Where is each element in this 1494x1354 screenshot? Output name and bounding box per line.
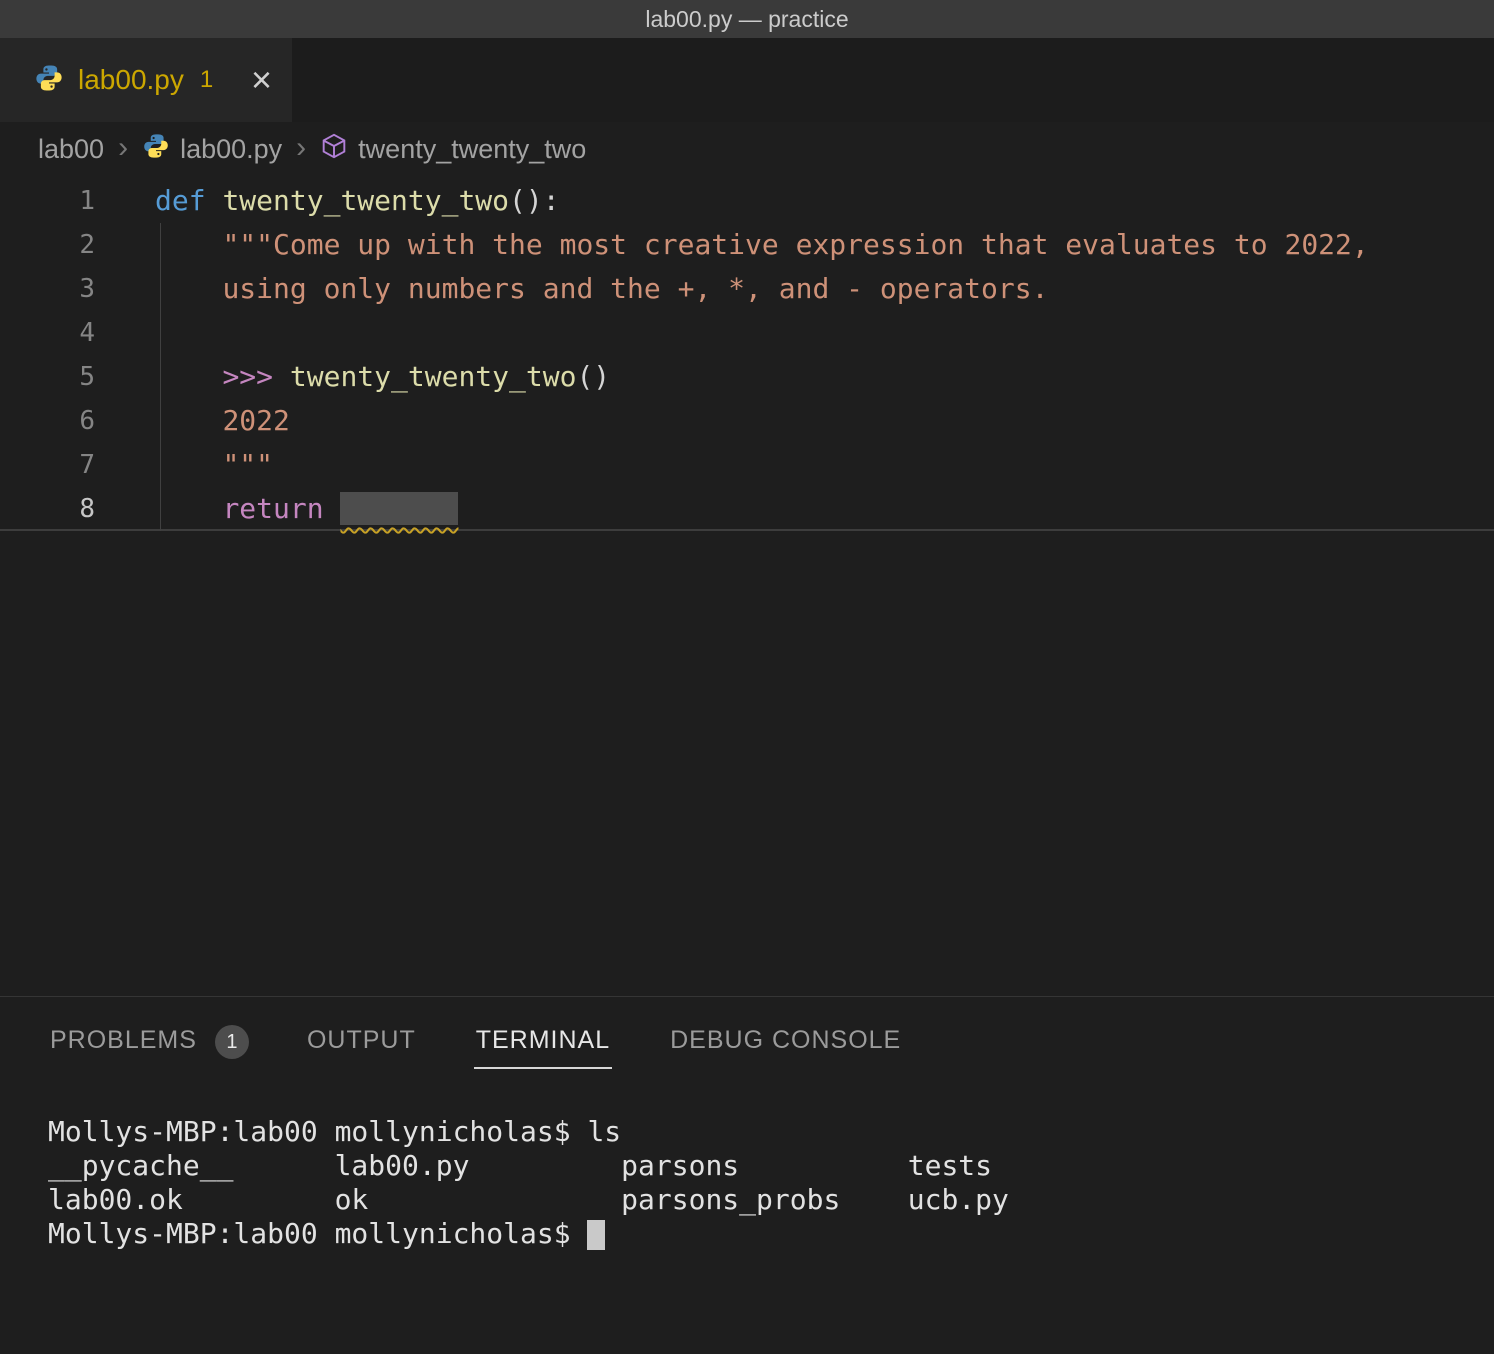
line-number: 3 (0, 267, 95, 311)
code-text: >>> twenty_twenty_two() (155, 355, 610, 399)
code-line-5[interactable]: 5 >>> twenty_twenty_two() (0, 355, 1494, 399)
code-token (273, 360, 290, 393)
panel-tab-debug-console[interactable]: DEBUG CONSOLE (668, 997, 903, 1087)
breadcrumb-symbol[interactable]: twenty_twenty_two (320, 132, 586, 167)
code-token: """ (222, 448, 273, 481)
panel-tab-terminal[interactable]: TERMINAL (474, 997, 612, 1087)
terminal-line: Mollys-MBP:lab00 mollynicholas$ ls (48, 1115, 1494, 1149)
code-text: using only numbers and the +, *, and - o… (155, 267, 1048, 311)
panel-tab-label: OUTPUT (305, 1016, 418, 1069)
code-token: using only numbers and the +, *, and - o… (222, 272, 1048, 305)
code-token: >>> (222, 360, 273, 393)
terminal-text: lab00.ok ok parsons_probs ucb.py (48, 1183, 1009, 1216)
breadcrumb: lab00 › lab00.py › twenty_twenty_two (0, 122, 1494, 177)
panel-tab-label: TERMINAL (474, 1016, 612, 1069)
code-token (155, 360, 222, 393)
code-line-6[interactable]: 6 2022 (0, 399, 1494, 443)
terminal-cursor (587, 1220, 605, 1250)
breadcrumb-file[interactable]: lab00.py (142, 132, 282, 167)
code-token (155, 272, 222, 305)
code-token: (): (509, 184, 560, 217)
breadcrumb-file-label: lab00.py (180, 134, 282, 165)
snippet-placeholder[interactable] (340, 492, 458, 525)
code-token: 2022 (222, 404, 289, 437)
code-token (206, 184, 223, 217)
window-title: lab00.py — practice (645, 6, 848, 33)
code-line-8[interactable]: 8 return (0, 487, 1494, 531)
line-number: 2 (0, 223, 95, 267)
bottom-panel: PROBLEMS 1 OUTPUT TERMINAL DEBUG CONSOLE Mol… (0, 996, 1494, 1354)
python-icon (34, 63, 64, 97)
code-editor[interactable]: 1def twenty_twenty_two():2 """Come up wi… (0, 177, 1494, 996)
code-token (155, 404, 222, 437)
code-text: def twenty_twenty_two(): (155, 179, 560, 223)
code-token (155, 228, 222, 261)
editor-lines: 1def twenty_twenty_two():2 """Come up wi… (0, 179, 1494, 531)
code-token: def (155, 184, 206, 217)
problems-count-badge: 1 (215, 1025, 249, 1059)
tab-problems-badge: 1 (200, 66, 213, 94)
indent-guide (160, 223, 161, 531)
code-line-3[interactable]: 3 using only numbers and the +, *, and -… (0, 267, 1494, 311)
line-number: 1 (0, 179, 95, 223)
tab-lab00-py[interactable]: lab00.py 1 × (0, 38, 292, 122)
line-number: 4 (0, 311, 95, 355)
code-text: """ (155, 443, 273, 487)
panel-tabs: PROBLEMS 1 OUTPUT TERMINAL DEBUG CONSOLE (0, 997, 1494, 1087)
window-titlebar: lab00.py — practice (0, 0, 1494, 38)
tab-filename: lab00.py (78, 64, 184, 96)
code-token: () (576, 360, 610, 393)
panel-tab-problems[interactable]: PROBLEMS 1 (48, 997, 249, 1087)
code-token: twenty_twenty_two (290, 360, 577, 393)
terminal-text: __pycache__ lab00.py parsons tests (48, 1149, 992, 1182)
line-number: 5 (0, 355, 95, 399)
line-number: 6 (0, 399, 95, 443)
terminal-output[interactable]: Mollys-MBP:lab00 mollynicholas$ ls__pyca… (0, 1087, 1494, 1251)
chevron-right-icon: › (294, 131, 308, 169)
line-number: 7 (0, 443, 95, 487)
code-line-7[interactable]: 7 """ (0, 443, 1494, 487)
breadcrumb-folder[interactable]: lab00 (38, 134, 104, 165)
python-icon (142, 132, 170, 167)
tab-close-button[interactable]: × (251, 62, 272, 98)
editor-tab-strip: lab00.py 1 × (0, 38, 1494, 122)
breadcrumb-symbol-label: twenty_twenty_two (358, 134, 586, 165)
terminal-text: Mollys-MBP:lab00 mollynicholas$ ls (48, 1115, 621, 1148)
code-text: """Come up with the most creative expres… (155, 223, 1369, 267)
terminal-line: Mollys-MBP:lab00 mollynicholas$ (48, 1217, 1494, 1251)
terminal-line: lab00.ok ok parsons_probs ucb.py (48, 1183, 1494, 1217)
line-number: 8 (0, 487, 95, 529)
code-line-4[interactable]: 4 (0, 311, 1494, 355)
code-token (155, 492, 222, 525)
panel-tab-label: DEBUG CONSOLE (668, 1016, 903, 1069)
terminal-text: Mollys-MBP:lab00 mollynicholas$ (48, 1217, 587, 1250)
code-text: return (155, 487, 458, 529)
panel-tab-label: PROBLEMS (48, 1016, 199, 1069)
code-token: return (222, 492, 323, 525)
code-token: twenty_twenty_two (222, 184, 509, 217)
terminal-line: __pycache__ lab00.py parsons tests (48, 1149, 1494, 1183)
code-line-2[interactable]: 2 """Come up with the most creative expr… (0, 223, 1494, 267)
symbol-namespace-icon (320, 132, 348, 167)
chevron-right-icon: › (116, 131, 130, 169)
panel-tab-output[interactable]: OUTPUT (305, 997, 418, 1087)
code-line-1[interactable]: 1 def twenty_twenty_two(): (0, 179, 1494, 223)
code-text: 2022 (155, 399, 290, 443)
code-token (155, 448, 222, 481)
code-token: """Come up with the most creative expres… (222, 228, 1368, 261)
breadcrumb-folder-label: lab00 (38, 134, 104, 165)
code-token (324, 492, 341, 525)
